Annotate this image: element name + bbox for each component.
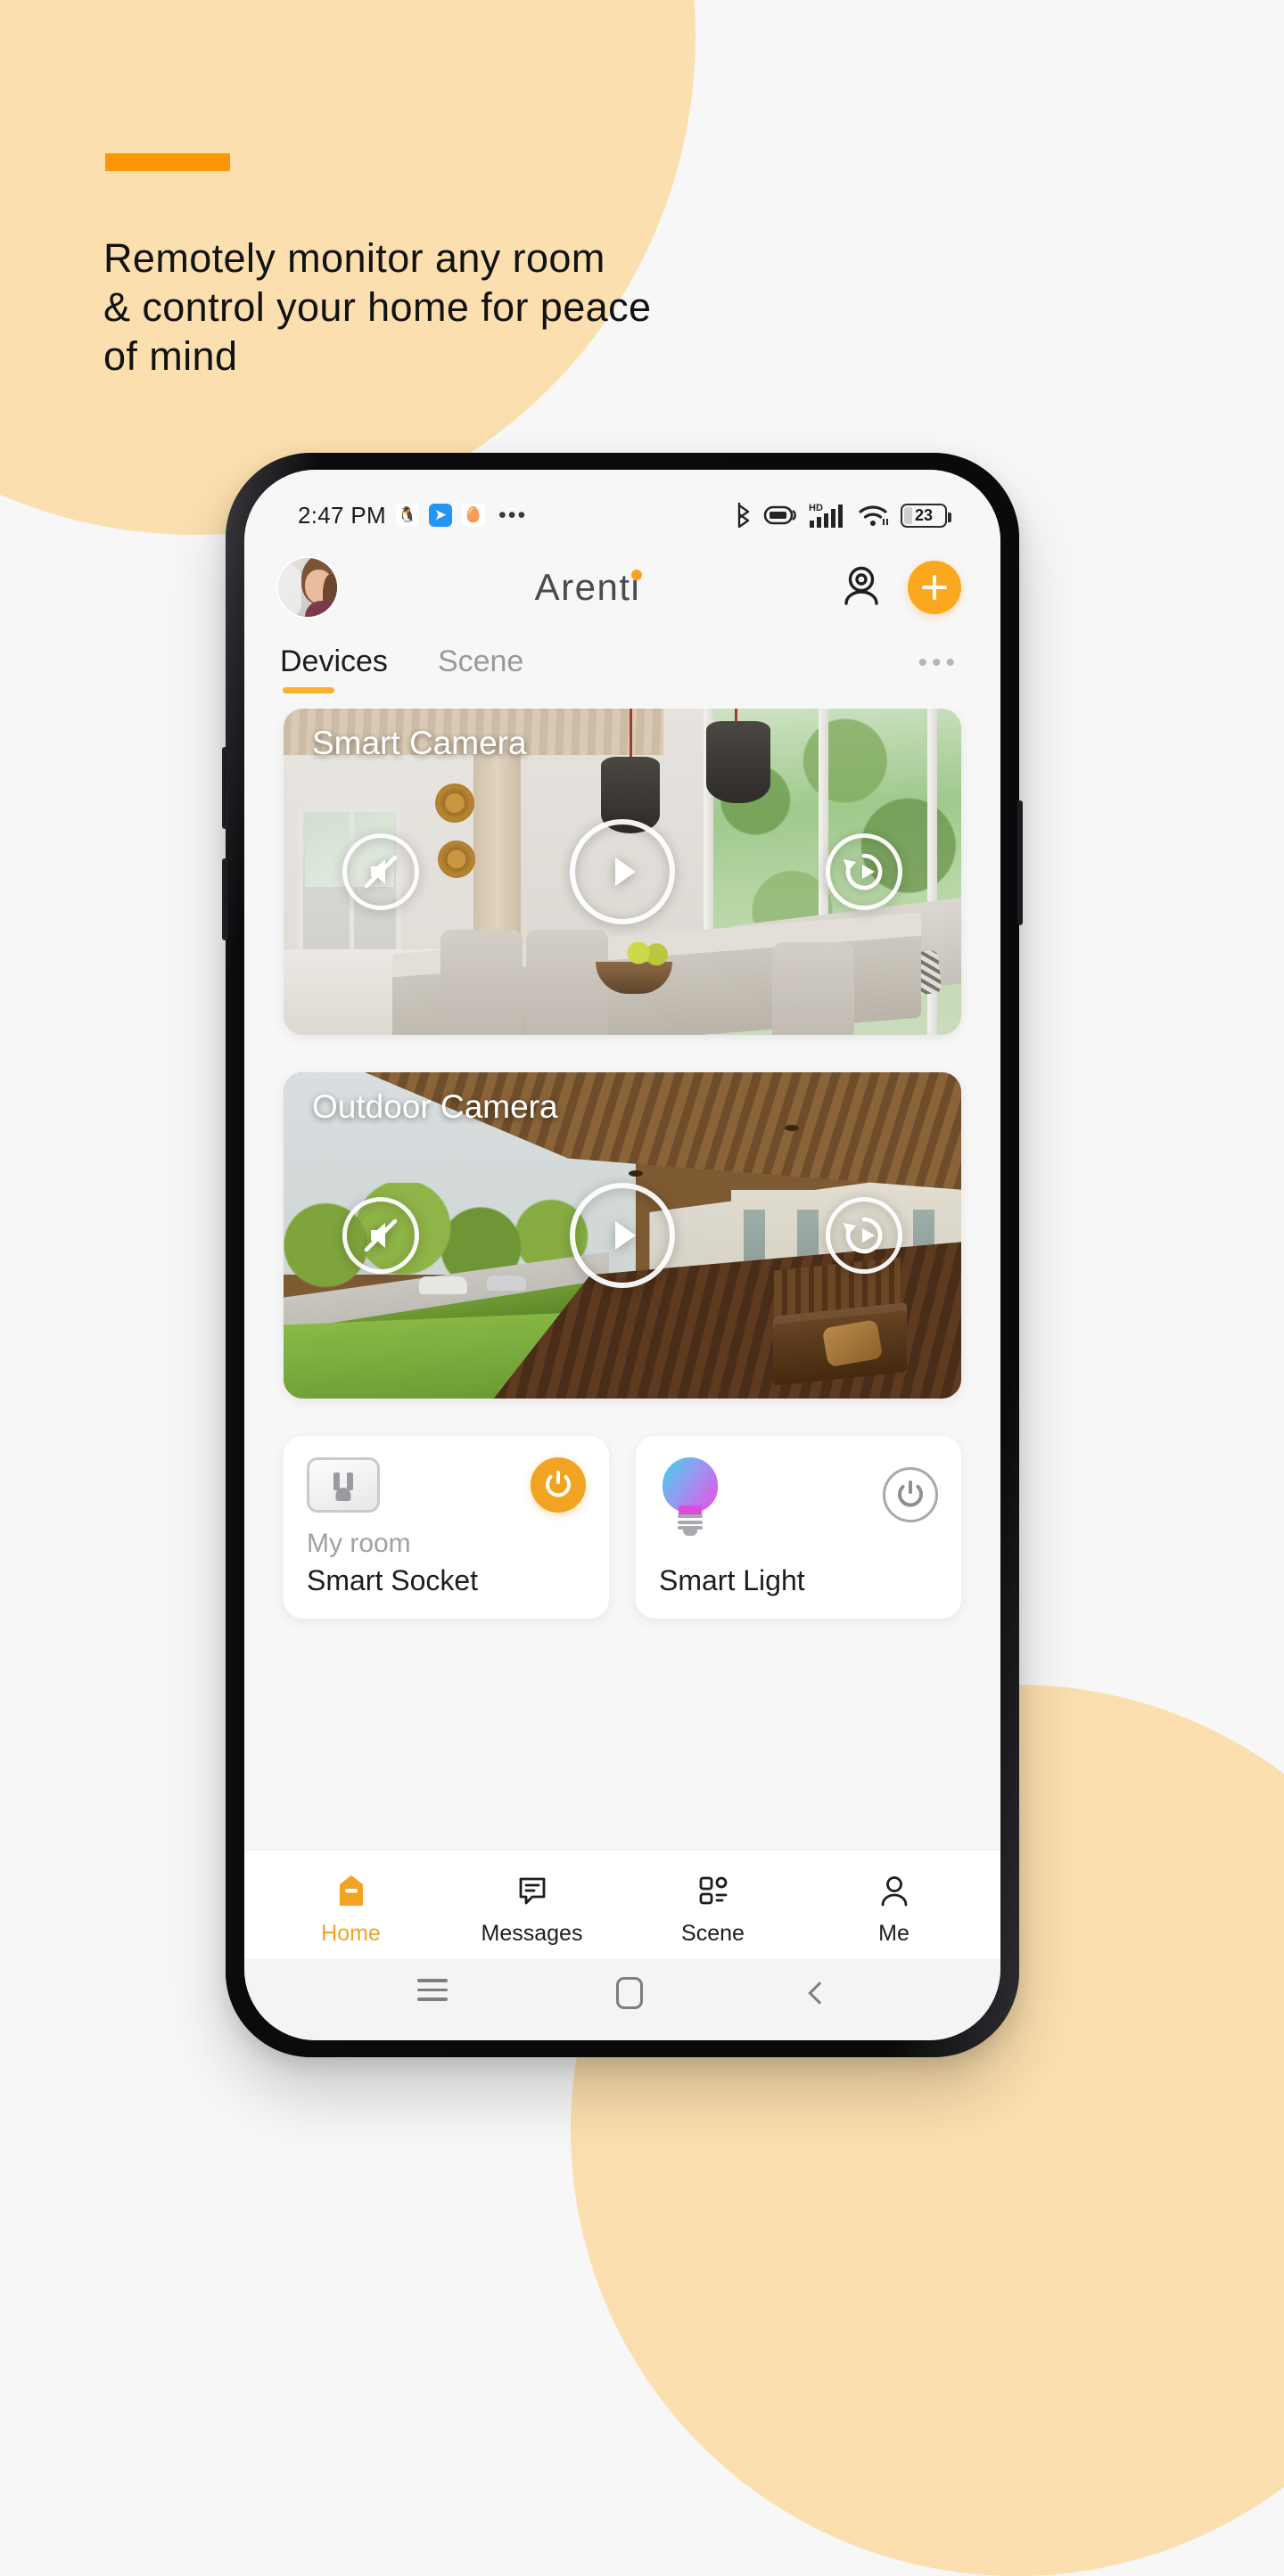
power-outlet-icon bbox=[307, 1457, 380, 1513]
power-button[interactable] bbox=[1017, 800, 1023, 925]
bottom-navigation: Home Messages Scene Me bbox=[244, 1850, 1000, 1958]
volume-down-button[interactable] bbox=[222, 858, 227, 940]
light-bulb-icon bbox=[659, 1457, 721, 1536]
play-icon[interactable] bbox=[570, 819, 675, 924]
tab-bar: Devices Scene ••• bbox=[244, 630, 1000, 709]
status-bar-right: HD 23 bbox=[735, 501, 951, 529]
nav-item-home[interactable]: Home bbox=[260, 1872, 441, 1947]
qq-penguin-icon: 🐧 bbox=[395, 504, 419, 527]
battery-level: 23 bbox=[914, 505, 934, 524]
tab-devices[interactable]: Devices bbox=[280, 644, 388, 693]
status-time: 2:47 PM bbox=[298, 501, 386, 529]
egg-app-icon: 🥚 bbox=[461, 504, 485, 527]
device-room-label: My room bbox=[307, 1529, 411, 1558]
device-tiles: My room Smart Socket Smart Light bbox=[284, 1436, 961, 1619]
tab-scene[interactable]: Scene bbox=[438, 644, 523, 693]
device-tile-smart-socket[interactable]: My room Smart Socket bbox=[284, 1436, 609, 1619]
avatar[interactable] bbox=[278, 558, 337, 617]
webcam-icon[interactable] bbox=[838, 562, 885, 613]
back-chevron-icon[interactable] bbox=[807, 1981, 831, 2005]
volume-up-button[interactable] bbox=[222, 747, 227, 829]
blue-bird-icon: ➤ bbox=[428, 504, 452, 527]
battery-saver-icon bbox=[763, 503, 797, 528]
tab-scene-label: Scene bbox=[437, 644, 524, 678]
camera-title: Outdoor Camera bbox=[312, 1088, 558, 1125]
nav-label-scene: Scene bbox=[681, 1920, 745, 1946]
nav-item-messages[interactable]: Messages bbox=[441, 1872, 622, 1947]
battery-icon: 23 bbox=[901, 503, 951, 528]
phone-mockup: 2:47 PM 🐧 ➤ 🥚 ••• HD 23 Arenti Devices S… bbox=[222, 453, 1023, 2057]
power-toggle-light[interactable] bbox=[883, 1467, 938, 1522]
mute-off-icon[interactable] bbox=[342, 1197, 419, 1274]
hd-signal-icon: HD bbox=[808, 501, 847, 529]
nav-label-me: Me bbox=[878, 1920, 910, 1946]
brand-dot-icon bbox=[631, 570, 643, 580]
tab-devices-label: Devices bbox=[280, 644, 388, 678]
camera-card-smart-camera[interactable]: Smart Camera bbox=[284, 709, 961, 1035]
wifi-icon bbox=[858, 502, 890, 529]
phone-screen: 2:47 PM 🐧 ➤ 🥚 ••• HD 23 Arenti Devices S… bbox=[244, 470, 1000, 2040]
play-icon[interactable] bbox=[570, 1183, 675, 1288]
status-bar-left: 2:47 PM 🐧 ➤ 🥚 ••• bbox=[298, 502, 527, 529]
playback-history-icon[interactable] bbox=[826, 1197, 902, 1274]
header-actions bbox=[838, 561, 961, 614]
battery-fill bbox=[904, 506, 912, 524]
nav-label-messages: Messages bbox=[481, 1920, 583, 1946]
tab-overflow-menu[interactable]: ••• bbox=[918, 644, 959, 678]
device-tile-smart-light[interactable]: Smart Light bbox=[636, 1436, 961, 1619]
recents-icon[interactable] bbox=[417, 1979, 449, 2007]
device-name-label: Smart Socket bbox=[307, 1564, 479, 1596]
camera-title: Smart Camera bbox=[312, 725, 527, 761]
brand-name: Arenti bbox=[534, 566, 643, 608]
bluetooth-icon bbox=[735, 502, 753, 529]
mute-off-icon[interactable] bbox=[342, 833, 419, 910]
more-dots-icon: ••• bbox=[498, 502, 528, 528]
message-bubble-icon bbox=[514, 1872, 551, 1914]
svg-text:HD: HD bbox=[809, 503, 823, 513]
accent-bar bbox=[105, 153, 230, 171]
device-list: Smart Camera Outdoor Camera My room Smar… bbox=[244, 709, 1000, 1850]
nav-item-me[interactable]: Me bbox=[803, 1872, 984, 1947]
app-header: Arenti bbox=[244, 545, 1000, 630]
person-icon bbox=[876, 1872, 913, 1914]
camera-card-outdoor-camera[interactable]: Outdoor Camera bbox=[284, 1072, 961, 1399]
scene-grid-icon bbox=[695, 1872, 732, 1914]
nav-item-scene[interactable]: Scene bbox=[622, 1872, 803, 1947]
home-square-icon[interactable] bbox=[615, 1977, 643, 2009]
nav-label-home: Home bbox=[321, 1920, 381, 1946]
system-navigation-bar bbox=[244, 1958, 1000, 2040]
home-icon bbox=[333, 1872, 370, 1914]
playback-history-icon[interactable] bbox=[826, 833, 902, 910]
brand-logo: Arenti bbox=[337, 566, 838, 609]
device-name-label: Smart Light bbox=[659, 1564, 805, 1596]
status-bar: 2:47 PM 🐧 ➤ 🥚 ••• HD 23 bbox=[244, 470, 1000, 545]
marketing-headline: Remotely monitor any room & control your… bbox=[103, 235, 652, 379]
add-device-button[interactable] bbox=[908, 561, 961, 614]
power-toggle-socket[interactable] bbox=[531, 1457, 586, 1513]
